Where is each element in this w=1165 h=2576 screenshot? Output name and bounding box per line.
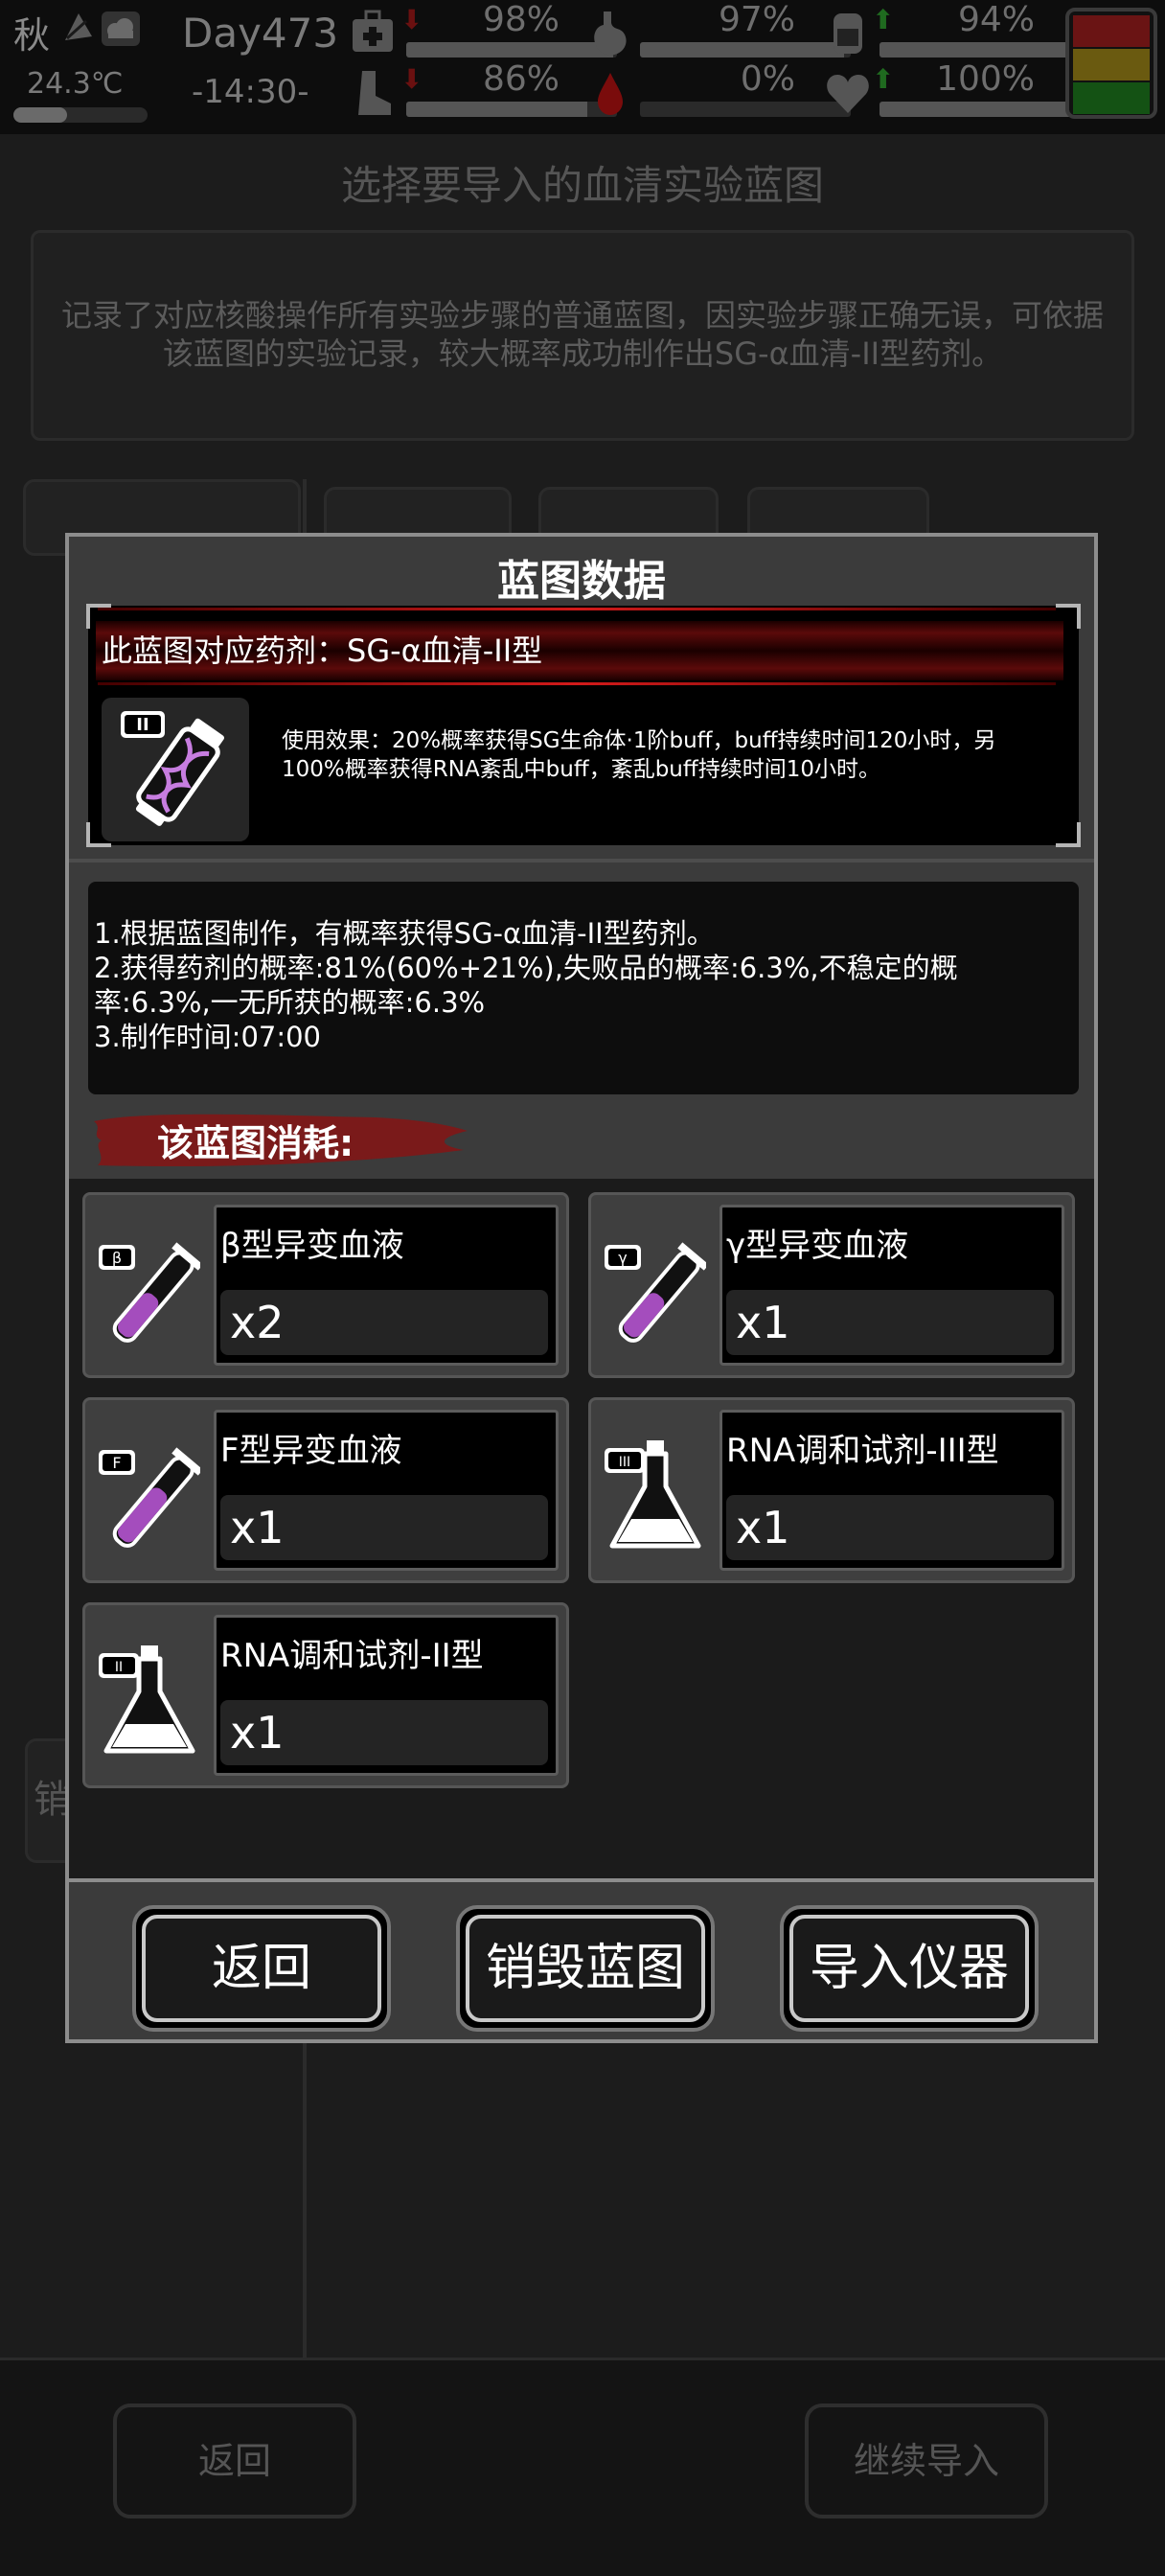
potion-badge: II [136,715,148,735]
material-quantity: x1 [726,1290,1054,1355]
material-name: γ型异变血液 [726,1227,909,1265]
boot-icon [358,71,391,115]
back-button[interactable]: 返回 [132,1905,391,2032]
info-line: 2.获得药剂的概率:81%(60%+21%),失败品的概率:6.3%,不稳定的概… [94,952,958,1019]
material-item[interactable]: β β型异变血液 x2 [82,1192,569,1378]
test-tube-icon: γ [605,1242,706,1343]
band-line [98,682,1056,685]
item-badge: F [112,1454,121,1472]
destroy-blueprint-button[interactable]: 销毁蓝图 [456,1905,715,2032]
bg-continue-import-button[interactable]: 继续导入 [805,2404,1048,2518]
material-item[interactable]: γ γ型异变血液 x1 [588,1192,1075,1378]
material-name: RNA调和试剂-II型 [220,1637,484,1675]
season-label: 秋 [13,14,51,57]
health-value: 98% [482,0,560,39]
test-tube-icon: F [99,1447,200,1548]
material-item[interactable]: III RNA调和试剂-III型 x1 [588,1397,1075,1583]
thirst-value: 94% [957,0,1035,39]
potion-effect: 使用效果：20%概率获得SG生命体·1阶buff，buff持续时间120小时，另… [282,728,996,782]
material-item[interactable]: F F型异变血液 x1 [82,1397,569,1583]
hunger-bar [640,42,851,58]
health-bar [406,42,617,58]
material-name: F型异变血液 [220,1432,402,1470]
consumption-list: β β型异变血液 x2 γ γ型异变血液 x1 F F型异变血液 x1 III … [69,1179,1094,1878]
season-leaf-icon [65,13,92,40]
blueprint-info: 1.根据蓝图制作，有概率获得SG-α血清-II型药剂。 2.获得药剂的概率:81… [88,882,1079,1094]
import-instrument-button[interactable]: 导入仪器 [780,1905,1039,2032]
blood-drop-icon [598,73,623,115]
potion-header: 此蓝图对应药剂：SG-α血清-II型 II 使用效果：20%概率获得SG生命体·… [86,604,1081,847]
dialog-title: 蓝图数据 [497,557,666,606]
destroy-blueprint-label: 销毁蓝图 [466,1915,705,2022]
material-name: RNA调和试剂-III型 [726,1432,999,1470]
temperature-bar [13,107,148,123]
flask-icon: II [99,1645,195,1754]
import-instrument-label: 导入仪器 [789,1915,1029,2022]
page-title: 选择要导入的血清实验蓝图 [340,162,824,209]
material-quantity: x2 [220,1290,548,1355]
heart-icon [827,75,869,113]
material-panel: β型异变血液 x2 [214,1205,559,1366]
first-aid-kit-icon [353,10,393,52]
item-badge: γ [618,1249,627,1267]
game-clock: -14:30- [192,73,309,111]
item-badge: II [115,1660,123,1675]
bg-back-button[interactable]: 返回 [113,2404,356,2518]
divider [69,859,1094,862]
mood-bar [879,102,1090,117]
stamina-bar [406,102,617,117]
day-counter: Day473 [182,10,339,57]
mood-value: 100% [936,59,1035,99]
test-tube-icon: β [99,1242,200,1343]
blueprint-description: 记录了对应核酸操作所有实验步骤的普通蓝图，因实验步骤正确无误，可依据该蓝图的实验… [31,230,1134,441]
material-panel: RNA调和试剂-III型 x1 [720,1410,1064,1571]
stamina-value: 86% [482,59,560,99]
stomach-icon [594,12,627,56]
info-line: 3.制作时间:07:00 [94,1021,322,1053]
danger-level-indicator[interactable] [1065,8,1157,119]
potion-tile: II [102,698,249,841]
material-quantity: x1 [220,1495,548,1560]
cloud-icon [102,12,140,46]
thirst-bar [879,42,1090,58]
frame-corner [1056,822,1081,847]
bleeding-value: 0% [740,59,795,99]
water-cup-icon [834,13,862,54]
serum-vial-icon: II [121,711,224,826]
item-badge: III [619,1455,630,1470]
material-panel: γ型异变血液 x1 [720,1205,1064,1366]
consumption-title: 该蓝图消耗: [157,1122,354,1164]
blueprint-dialog: 蓝图数据 此蓝图对应药剂：SG-α血清-II型 II 使用效果：20%概率获得S… [65,533,1098,2043]
status-bar: 秋 24.3℃ Day473 -14:30- ⬇ 98% 97% ⬆ 94% ⬇… [0,0,1165,134]
material-name: β型异变血液 [220,1227,404,1265]
band-line [98,608,1056,610]
material-quantity: x1 [726,1495,1054,1560]
info-line: 1.根据蓝图制作，有概率获得SG-α血清-II型药剂。 [94,917,715,950]
material-item[interactable]: II RNA调和试剂-II型 x1 [82,1602,569,1788]
flask-icon: III [605,1440,701,1549]
dialog-actions: 返回 销毁蓝图 导入仪器 [69,1878,1094,2039]
hunger-value: 97% [718,0,795,39]
item-badge: β [112,1249,122,1267]
material-quantity: x1 [220,1700,548,1765]
material-panel: F型异变血液 x1 [214,1410,559,1571]
bleeding-bar [640,102,851,117]
back-button-label: 返回 [142,1915,381,2022]
potion-name: 此蓝图对应药剂：SG-α血清-II型 [102,632,543,669]
material-panel: RNA调和试剂-II型 x1 [214,1615,559,1776]
temperature-label: 24.3℃ [27,67,124,101]
